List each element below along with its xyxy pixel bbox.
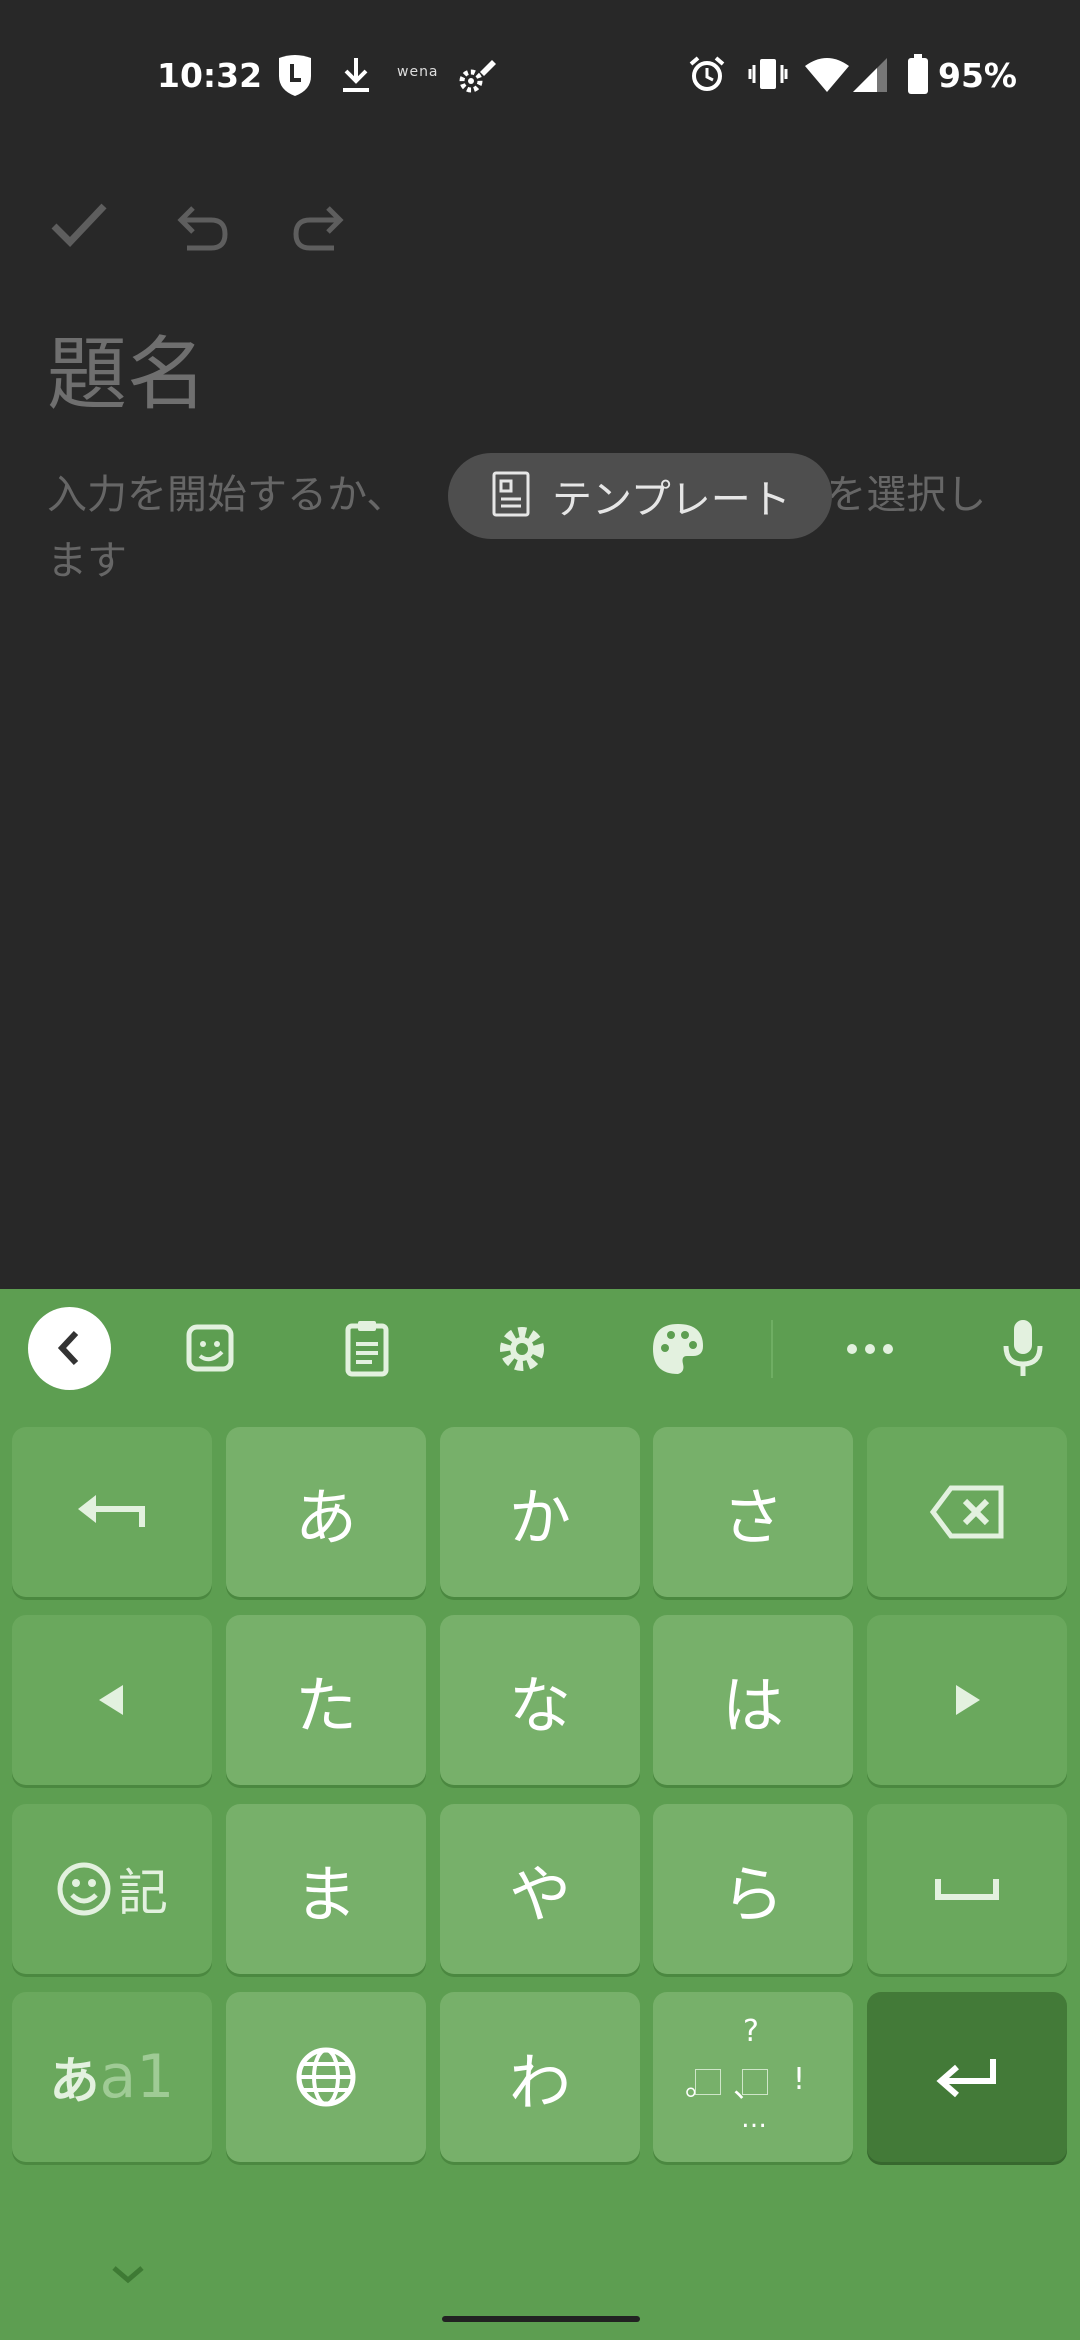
left-arrow-icon <box>99 1685 123 1715</box>
toolbar-divider <box>771 1320 773 1378</box>
emoji-symbol-key[interactable]: 記 <box>12 1804 212 1974</box>
globe-icon <box>296 2047 356 2107</box>
vibrate-icon <box>748 57 788 95</box>
key-sa[interactable]: さ <box>653 1427 853 1597</box>
key-ha[interactable]: は <box>653 1615 853 1785</box>
battery-percent: 95% <box>938 56 1017 95</box>
check-icon[interactable] <box>44 190 114 260</box>
key-a[interactable]: あ <box>226 1427 426 1597</box>
symbol-label: 記 <box>118 1864 168 1922</box>
backspace-icon <box>929 1485 1004 1539</box>
settings-icon[interactable] <box>481 1308 563 1390</box>
keyboard-back-button[interactable] <box>28 1307 111 1390</box>
download-icon <box>340 56 372 98</box>
enter-icon <box>936 2059 996 2098</box>
microphone-icon[interactable] <box>982 1308 1064 1390</box>
sticker-icon[interactable] <box>170 1308 252 1390</box>
cursor-right-key[interactable] <box>867 1615 1067 1785</box>
globe-key[interactable] <box>226 1992 426 2162</box>
undo-arrow-icon <box>78 1495 145 1527</box>
key-ma[interactable]: ま <box>226 1804 426 1974</box>
space-icon <box>935 1879 999 1900</box>
key-ra[interactable]: ら <box>653 1804 853 1974</box>
wena-icon: wena <box>397 64 439 80</box>
status-bar: 10:32 wena 95% <box>0 0 1080 150</box>
key-wa[interactable]: わ <box>440 1992 640 2162</box>
line-app-icon <box>277 54 313 100</box>
key-ka[interactable]: か <box>440 1427 640 1597</box>
punct-question: ? <box>743 2014 759 2049</box>
punct-box-right <box>742 2069 768 2095</box>
punctuation-grid: ? 。 、 ! … <box>653 1992 853 2162</box>
document-icon <box>492 471 530 521</box>
key-ta[interactable]: た <box>226 1615 426 1785</box>
mode-alpha-label: a1 <box>99 2042 175 2112</box>
punctuation-key[interactable]: ? 。 、 ! … <box>653 1992 853 2162</box>
home-indicator[interactable] <box>442 2316 640 2322</box>
template-chip-button[interactable]: テンプレート <box>448 453 832 539</box>
collapse-keyboard-icon[interactable] <box>108 2262 148 2288</box>
undo-key[interactable] <box>12 1427 212 1597</box>
space-key[interactable] <box>867 1804 1067 1974</box>
body-placeholder-end: を選択し <box>826 472 987 518</box>
backspace-key[interactable] <box>867 1427 1067 1597</box>
status-time: 10:32 <box>157 56 263 95</box>
battery-icon <box>908 54 928 98</box>
mode-hira-label: あ <box>49 2052 100 2110</box>
signal-icon <box>853 58 887 96</box>
undo-icon[interactable] <box>165 190 235 260</box>
body-placeholder-start: 入力を開始するか、 <box>47 472 407 518</box>
clipboard-icon[interactable] <box>326 1308 408 1390</box>
key-na[interactable]: な <box>440 1615 640 1785</box>
redo-icon[interactable] <box>286 190 356 260</box>
template-chip-label: テンプレート <box>552 477 791 523</box>
punct-ellipsis: … <box>741 2104 767 2134</box>
body-placeholder-line2: ます <box>47 538 127 584</box>
title-input[interactable]: 題名 <box>47 310 207 426</box>
satellite-settings-icon <box>458 58 498 98</box>
punct-box-left <box>695 2069 721 2095</box>
enter-key[interactable] <box>867 1992 1067 2162</box>
more-icon[interactable] <box>829 1308 911 1390</box>
smiley-icon <box>57 1862 111 1916</box>
key-ya[interactable]: や <box>440 1804 640 1974</box>
punct-exclaim: ! <box>793 2062 806 2097</box>
mode-switch-key[interactable]: あ a1 <box>12 1992 212 2162</box>
palette-icon[interactable] <box>637 1308 719 1390</box>
wifi-icon <box>805 58 849 96</box>
back-chevron-icon <box>57 1330 79 1366</box>
alarm-icon <box>688 55 726 97</box>
right-arrow-icon <box>956 1685 980 1715</box>
cursor-left-key[interactable] <box>12 1615 212 1785</box>
